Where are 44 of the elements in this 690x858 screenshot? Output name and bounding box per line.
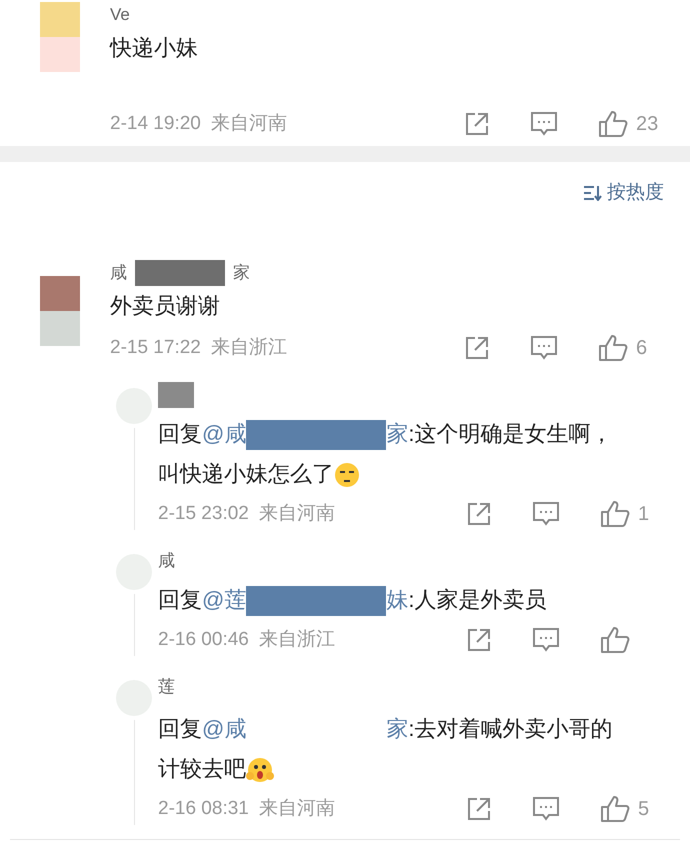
thumbs-up-icon[interactable] — [600, 500, 630, 528]
reply-text: 回复@莲 妹:人家是外卖员 — [158, 580, 690, 620]
thumbs-up-icon[interactable] — [600, 626, 630, 654]
comment-time: 2-15 17:22 — [110, 336, 201, 360]
comment-text: 快递小妹 — [110, 34, 199, 62]
comment-location: 来自河南 — [210, 112, 287, 136]
thumbs-up-icon[interactable] — [598, 110, 628, 138]
reply-text: 回复@咸 家:去对着喊外卖小哥的计较去吧 — [158, 706, 690, 789]
comment-time: 2-16 08:31 — [158, 796, 249, 821]
comment-location: 来自河南 — [258, 502, 335, 526]
share-icon[interactable] — [464, 111, 490, 137]
share-icon[interactable] — [464, 335, 490, 361]
comment-time: 2-15 23:02 — [158, 502, 249, 526]
comment-location: 来自河南 — [258, 796, 335, 821]
like-count: 5 — [638, 797, 650, 822]
comment-time: 2-14 19:20 — [110, 112, 201, 136]
user-name[interactable]: 莲 — [158, 674, 175, 700]
user-name[interactable]: 咸 — [110, 260, 127, 286]
like-count: 1 — [638, 502, 650, 527]
sort-icon — [583, 185, 603, 201]
comment-icon[interactable] — [530, 111, 558, 137]
comment-icon[interactable] — [532, 796, 560, 822]
like-count: 6 — [636, 336, 648, 361]
screaming-face-icon — [246, 756, 274, 784]
user-name[interactable]: 咸 — [158, 548, 175, 574]
share-icon[interactable] — [466, 501, 492, 527]
comment-icon[interactable] — [532, 627, 560, 653]
reply-text: 回复@咸 家:这个明确是女生啊，叫快递小妹怎么了 — [158, 414, 690, 494]
comment-location: 来自浙江 — [258, 628, 335, 652]
user-name[interactable]: 家 — [233, 260, 250, 286]
redaction-block — [158, 382, 194, 408]
sort-button[interactable]: 按热度 — [583, 178, 664, 208]
share-icon[interactable] — [466, 796, 492, 822]
thumbs-up-icon[interactable] — [598, 334, 628, 362]
comment-icon[interactable] — [532, 501, 560, 527]
share-icon[interactable] — [466, 627, 492, 653]
like-count: 23 — [636, 112, 658, 137]
comment-location: 来自浙江 — [210, 336, 287, 360]
smirking-face-icon — [334, 462, 360, 488]
comment-text: 外卖员谢谢 — [110, 292, 221, 320]
user-name[interactable]: Ve — [110, 2, 130, 28]
thumbs-up-icon[interactable] — [600, 795, 630, 823]
comment-icon[interactable] — [530, 335, 558, 361]
comment-time: 2-16 00:46 — [158, 628, 249, 652]
